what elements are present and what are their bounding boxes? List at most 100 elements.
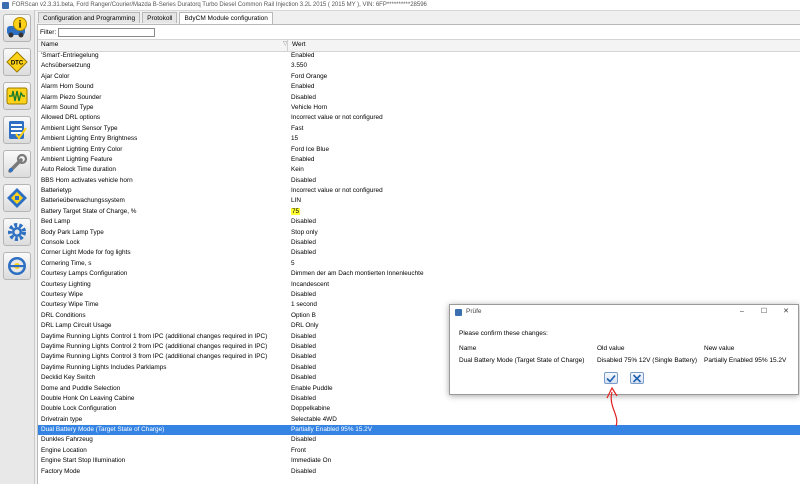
parameter-name: Console Lock — [41, 239, 80, 247]
maximize-icon[interactable]: ☐ — [758, 307, 770, 317]
parameter-value[interactable]: Disabled — [291, 217, 316, 227]
parameter-value[interactable]: Dimmen der am Dach montierten Innenleuch… — [291, 269, 424, 279]
parameter-value[interactable]: Ford Ice Blue — [291, 145, 329, 155]
parameter-value[interactable]: Disabled — [291, 238, 316, 248]
column-divider[interactable] — [287, 40, 288, 51]
parameter-value[interactable]: Enabled — [291, 82, 314, 92]
parameter-value[interactable]: 75 — [291, 207, 301, 217]
parameter-value[interactable]: Disabled — [291, 435, 316, 445]
parameter-value[interactable]: Incorrect value or not configured — [291, 113, 383, 123]
table-row[interactable]: Bed Lamp Disabled — [38, 217, 800, 227]
minimize-icon[interactable]: – — [736, 307, 748, 317]
config-panel: Filter: Name ▽ Wert 'Smart'-Entriegelung… — [37, 24, 800, 484]
column-header-name[interactable]: Name — [41, 41, 58, 48]
parameter-name: Achsübersetzung — [41, 62, 91, 70]
table-row[interactable]: Console Lock Disabled — [38, 238, 800, 248]
table-row[interactable]: Drivetrain type Selectable 4WD — [38, 415, 800, 425]
column-header-value[interactable]: Wert — [292, 41, 306, 48]
table-row[interactable]: Double Lock Configuration Doppelkabine — [38, 404, 800, 414]
table-row[interactable]: BBS Horn activates vehicle horn Disabled — [38, 176, 800, 186]
table-row[interactable]: 'Smart'-Entriegelung Enabled — [38, 51, 800, 61]
tab-bdycm-configuration[interactable]: BdyCM Module configuration — [179, 12, 273, 24]
parameter-value[interactable]: Fast — [291, 124, 303, 134]
checklist-button[interactable] — [3, 116, 31, 144]
steering-button[interactable] — [3, 252, 31, 280]
table-row[interactable]: Alarm Sound Type Vehicle Horn — [38, 103, 800, 113]
parameter-name: DRL Lamp Circuit Usage — [41, 322, 112, 330]
oscilloscope-button[interactable] — [3, 82, 31, 110]
close-icon[interactable]: ✕ — [780, 307, 792, 317]
parameter-value[interactable]: Disabled — [291, 93, 316, 103]
table-row[interactable]: Allowed DRL options Incorrect value or no… — [38, 113, 800, 123]
info-button[interactable]: i — [3, 14, 31, 42]
parameter-value[interactable]: Vehicle Horn — [291, 103, 327, 113]
parameter-value[interactable]: Immediate On — [291, 456, 331, 466]
parameter-value[interactable]: Incorrect value or not configured — [291, 186, 383, 196]
table-row[interactable]: Batterietyp Incorrect value or not config… — [38, 186, 800, 196]
table-row[interactable]: Achsübersetzung 3.550 — [38, 61, 800, 71]
table-row[interactable]: Courtesy Lighting Incandescent — [38, 280, 800, 290]
table-row[interactable]: Courtesy Wipe Disabled — [38, 290, 800, 300]
parameter-value[interactable]: Disabled — [291, 332, 316, 342]
dtc-button[interactable]: DTC — [3, 48, 31, 76]
table-row[interactable]: Ambient Lighting Entry Color Ford Ice Blu… — [38, 145, 800, 155]
table-row[interactable]: Corner Light Mode for fog lights Disabled — [38, 248, 800, 258]
parameter-value[interactable]: Enable Puddle — [291, 384, 333, 394]
parameter-value[interactable]: Selectable 4WD — [291, 415, 337, 425]
parameter-value[interactable]: Partially Enabled 95% 15.2V — [291, 425, 372, 435]
table-row[interactable]: Courtesy Lamps Configuration Dimmen der a… — [38, 269, 800, 279]
parameter-value[interactable]: Option B — [291, 311, 316, 321]
parameter-value[interactable]: 1 second — [291, 300, 317, 310]
table-row[interactable]: Engine Location Front — [38, 446, 800, 456]
table-row[interactable]: Alarm Horn Sound Enabled — [38, 82, 800, 92]
parameter-value[interactable]: Front — [291, 446, 306, 456]
parameter-value[interactable]: 5 — [291, 259, 295, 269]
table-row[interactable]: Ajar Color Ford Orange — [38, 72, 800, 82]
table-row[interactable]: Ambient Lighting Entry Brightness 15 — [38, 134, 800, 144]
table-row[interactable]: Ambient Light Sensor Type Fast — [38, 124, 800, 134]
settings-button[interactable] — [3, 218, 31, 246]
parameter-value[interactable]: Stop only — [291, 228, 318, 238]
table-row[interactable]: Dunkles Fahrzeug Disabled — [38, 435, 800, 445]
table-row[interactable]: Ambient Lighting Feature Enabled — [38, 155, 800, 165]
table-row[interactable]: Factory Mode Disabled — [38, 467, 800, 477]
parameter-value[interactable]: Enabled — [291, 51, 314, 61]
parameter-value[interactable]: Kein — [291, 165, 304, 175]
table-row[interactable]: Double Honk On Leaving Cabine Disabled — [38, 394, 800, 404]
table-row[interactable]: Alarm Piezo Sounder Disabled — [38, 93, 800, 103]
parameter-value[interactable]: Disabled — [291, 342, 316, 352]
parameter-value[interactable]: DRL Only — [291, 321, 318, 331]
parameter-value[interactable]: Enabled — [291, 155, 314, 165]
table-row[interactable]: Body Park Lamp Type Stop only — [38, 228, 800, 238]
dialog-title-bar: Prüfe – ☐ ✕ — [450, 305, 798, 319]
tab-configuration-programming[interactable]: Configuration and Programming — [38, 12, 141, 23]
parameter-value[interactable]: Disabled — [291, 176, 316, 186]
parameter-value[interactable]: Disabled — [291, 290, 316, 300]
filter-label: Filter: — [40, 28, 57, 36]
parameter-value[interactable]: Disabled — [291, 373, 316, 383]
parameter-value[interactable]: Ford Orange — [291, 72, 327, 82]
parameter-value[interactable]: Disabled — [291, 467, 316, 477]
filter-input[interactable] — [58, 27, 156, 37]
table-row[interactable]: Engine Start Stop Illumination Immediate … — [38, 456, 800, 466]
parameter-value[interactable]: 3.550 — [291, 61, 307, 71]
table-row[interactable]: Batterieüberwachungssystem LIN — [38, 196, 800, 206]
tab-protokoll[interactable]: Protokoll — [142, 12, 178, 23]
table-row[interactable]: Auto Relock Time duration Kein — [38, 165, 800, 175]
table-row[interactable]: Dual Battery Mode (Target State of Charg… — [38, 425, 800, 436]
parameter-value[interactable]: 15 — [291, 134, 298, 144]
parameter-value[interactable]: Disabled — [291, 394, 316, 404]
parameter-value[interactable]: Disabled — [291, 248, 316, 258]
parameter-value[interactable]: Incandescent — [291, 280, 329, 290]
parameter-value[interactable]: Disabled — [291, 363, 316, 373]
wrench-button[interactable] — [3, 150, 31, 178]
parameter-name: Alarm Piezo Sounder — [41, 93, 102, 101]
table-row[interactable]: Cornering Time, s 5 — [38, 259, 800, 269]
parameter-value[interactable]: Disabled — [291, 352, 316, 362]
module-button[interactable] — [3, 184, 31, 212]
gear-icon — [8, 223, 26, 241]
parameter-name: Daytime Running Lights Includes Parklamp… — [41, 363, 167, 371]
table-row[interactable]: Battery Target State of Charge, % 75 — [38, 207, 800, 217]
parameter-value[interactable]: LIN — [291, 196, 301, 206]
parameter-value[interactable]: Doppelkabine — [291, 404, 330, 414]
